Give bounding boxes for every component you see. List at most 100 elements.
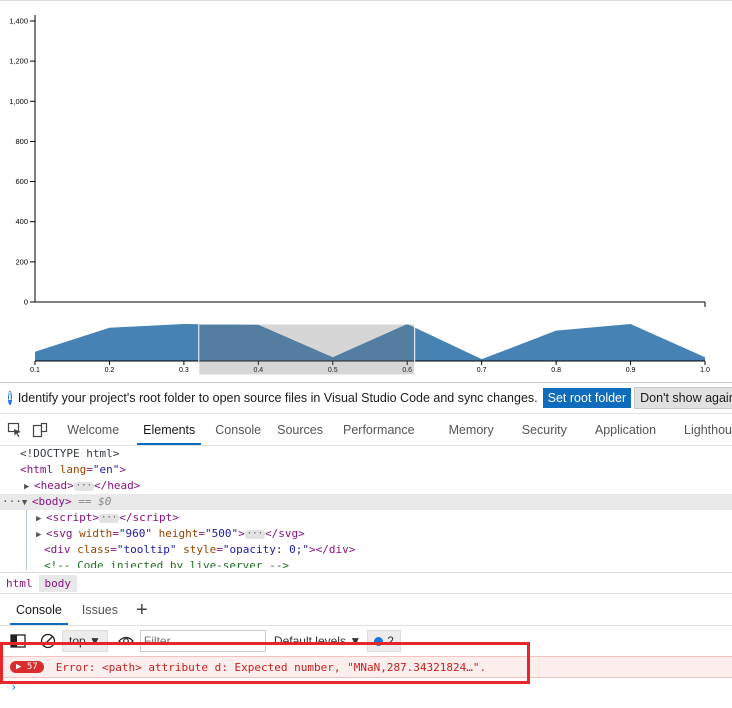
chevron-down-icon: ▼ <box>89 634 101 648</box>
tab-lighthouse[interactable]: Lighthou <box>676 414 732 445</box>
sidebar-toggle-icon[interactable] <box>10 634 26 648</box>
tab-elements[interactable]: Elements <box>131 414 207 445</box>
body-tag: body <box>38 495 66 508</box>
tab-memory[interactable]: Memory <box>441 414 514 445</box>
brush-selection[interactable] <box>198 323 416 376</box>
chart-svg: 0 200 400 600 800 1,000 1,200 1,400 0.1 0.2 0.3 0.… <box>9 15 710 376</box>
svg-tag: svg <box>52 527 73 540</box>
more-options-icon[interactable]: ··· <box>2 495 22 508</box>
dom-line-comment[interactable]: <!-- Code injected by live-server --> <box>0 558 732 568</box>
tab-security[interactable]: Security <box>514 414 587 445</box>
y-tick-label: 0 <box>24 298 28 307</box>
dom-line-body[interactable]: ···▼ <body> == $0 <box>0 494 732 510</box>
collapsed-ellipsis-icon[interactable]: ··· <box>99 513 120 523</box>
dom-line-html[interactable]: <html lang="en"> <box>0 462 732 478</box>
inspect-element-icon[interactable] <box>6 419 25 441</box>
dom-line-doctype[interactable]: <!DOCTYPE html> <box>0 446 732 462</box>
collapse-triangle-icon[interactable]: ▼ <box>22 495 32 511</box>
add-tab-icon[interactable]: + <box>128 595 156 625</box>
tab-application[interactable]: Application <box>587 414 676 445</box>
y-tick-label: 200 <box>15 257 28 266</box>
tab-console[interactable]: Console <box>207 414 269 445</box>
div-style-value: "opacity: 0;" <box>222 543 309 556</box>
context-value: top <box>69 634 86 648</box>
collapsed-ellipsis-icon[interactable]: ··· <box>244 529 266 539</box>
dom-line-tooltip-div[interactable]: <div class="tooltip" style="opacity: 0;"… <box>0 542 732 558</box>
div-class-attr: class <box>77 543 111 556</box>
svg-width-value: "960" <box>118 527 152 540</box>
dom-tree: <!DOCTYPE html> <html lang="en"> ▶ <head>… <box>0 446 732 572</box>
error-count: 57 <box>26 662 38 672</box>
context-chart: 0.1 0.2 0.3 0.4 0.5 0.6 0.7 0.8 0.9 1.0 <box>30 323 710 376</box>
console-prompt-icon[interactable]: › <box>10 680 17 694</box>
svg-height-value: "500" <box>205 527 239 540</box>
tab-welcome[interactable]: Welcome <box>55 414 131 445</box>
context-x-tick-label: 0.8 <box>551 367 561 374</box>
drawer-tab-console[interactable]: Console <box>6 594 72 626</box>
html-tag: html <box>26 463 54 476</box>
context-x-tick-label: 1.0 <box>700 367 710 374</box>
drawer-tab-issues[interactable]: Issues <box>72 594 128 626</box>
indent-guide <box>26 510 27 570</box>
error-count-badge[interactable]: ▶ 57 <box>10 661 44 673</box>
device-emulation-icon[interactable] <box>31 419 50 441</box>
breadcrumb-html[interactable]: html <box>0 575 39 592</box>
svg-close-tag: svg <box>278 527 299 540</box>
chevron-down-icon: ▼ <box>349 634 362 648</box>
svg-width-attr: width <box>79 527 113 540</box>
info-dot-icon <box>374 636 384 646</box>
live-expression-eye-icon[interactable] <box>118 635 134 647</box>
y-tick-label: 1,200 <box>9 57 28 66</box>
console-error-row[interactable]: ▶ 57 Error: <path> attribute d: Expected… <box>0 656 732 678</box>
y-tick-label: 800 <box>15 137 28 146</box>
set-root-folder-button[interactable]: Set root folder <box>542 388 632 408</box>
context-x-tick-label: 0.7 <box>477 367 487 374</box>
issues-badge[interactable]: 2 <box>367 630 401 652</box>
y-tick-label: 1,000 <box>9 97 28 106</box>
tab-performance[interactable]: Performance <box>335 414 441 445</box>
log-levels-dropdown[interactable]: Default levels ▼ <box>274 634 361 648</box>
info-icon: i <box>8 391 12 405</box>
filter-input[interactable] <box>139 630 266 652</box>
drawer-tab-bar: Console Issues + <box>0 594 732 626</box>
dom-line-script[interactable]: ▶ <script> ··· </script> <box>0 510 732 526</box>
page-viewport: 0 200 400 600 800 1,000 1,200 1,400 0.1 0.2 0.3 0.… <box>0 0 732 382</box>
context-x-tick-label: 0.1 <box>30 367 40 374</box>
lang-attr: lang <box>59 463 87 476</box>
context-x-tick-label: 0.9 <box>626 367 636 374</box>
issues-count: 2 <box>387 634 394 648</box>
console-toolbar: top ▼ Default levels ▼ 2 <box>0 626 732 656</box>
dont-show-again-button[interactable]: Don't show again <box>634 387 732 409</box>
dollar-zero-ref: == $0 <box>78 495 112 508</box>
div-style-attr: style <box>183 543 217 556</box>
doctype-text: <!DOCTYPE html> <box>20 447 120 460</box>
breadcrumb-body[interactable]: body <box>38 574 77 592</box>
y-tick-label: 400 <box>15 217 28 226</box>
svg-height-attr: height <box>158 527 199 540</box>
context-selector[interactable]: top ▼ <box>62 630 108 652</box>
clear-console-icon[interactable] <box>40 633 56 649</box>
expand-triangle-icon[interactable]: ▶ <box>24 479 34 495</box>
lang-value: "en" <box>92 463 120 476</box>
breadcrumb: html body <box>0 572 732 594</box>
dom-line-head[interactable]: ▶ <head> ··· </head> <box>0 478 732 494</box>
error-message: Error: <path> attribute d: Expected numb… <box>55 660 487 674</box>
head-tag: head <box>40 479 68 492</box>
expand-triangle-icon[interactable]: ▶ <box>36 511 46 527</box>
head-close-tag: head <box>107 479 134 492</box>
div-close-tag: div <box>328 543 349 556</box>
dom-line-svg[interactable]: ▶ <svg width="960" height="500"> ··· </svg> <box>0 526 732 542</box>
infobar-text: Identify your project's root folder to o… <box>17 391 538 405</box>
context-x-tick-label: 0.3 <box>179 367 189 374</box>
script-tag: script <box>52 511 93 524</box>
div-class-value: "tooltip" <box>116 543 177 556</box>
expand-triangle-icon[interactable]: ▶ <box>36 527 46 543</box>
collapsed-ellipsis-icon[interactable]: ··· <box>73 481 95 491</box>
log-levels-label: Default levels <box>273 634 346 648</box>
div-tag: div <box>50 543 71 556</box>
y-tick-label: 600 <box>15 177 28 186</box>
script-close-tag: script <box>132 511 173 524</box>
tab-sources[interactable]: Sources <box>269 414 335 445</box>
devtools-tab-bar: Welcome Elements Console Sources Perform… <box>0 414 732 446</box>
live-server-comment: <!-- Code injected by live-server --> <box>44 559 290 568</box>
